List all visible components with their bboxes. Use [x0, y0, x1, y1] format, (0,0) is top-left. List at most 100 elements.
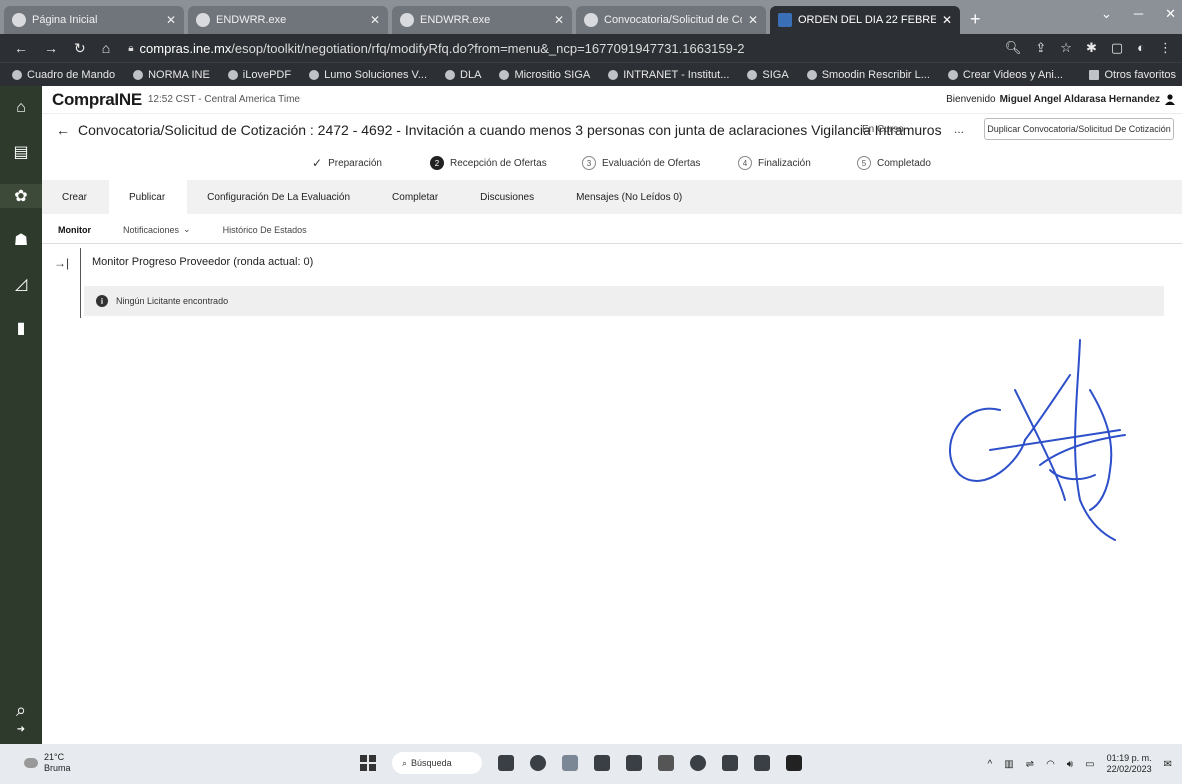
taskbar-apps: ⌕ Búsqueda [360, 752, 802, 774]
task-view-icon[interactable] [498, 755, 514, 771]
duplicate-button[interactable]: Duplicar Convocatoria/Solicitud De Cotiz… [984, 118, 1174, 140]
browser-tab-title: Página Inicial [32, 14, 98, 26]
search-icon[interactable]: ⌕ [0, 700, 42, 721]
app-icon[interactable] [658, 755, 674, 771]
tab-discusiones[interactable]: Discusiones [460, 180, 556, 214]
sidebar-icon[interactable]: ▢ [1111, 40, 1123, 56]
menu-icon[interactable]: ⋮ [1159, 40, 1172, 56]
back-icon[interactable]: ← [14, 40, 28, 57]
chrome-icon[interactable] [690, 755, 706, 771]
bookmark-item[interactable]: Smoodin Rescribir L... [806, 69, 930, 81]
profile-icon[interactable]: ◐ [1137, 40, 1145, 56]
url-field[interactable]: 🔒︎ compras.ine.mx /esop/toolkit/negotiat… [128, 41, 744, 56]
bookmark-item[interactable]: Micrositio SIGA [499, 69, 590, 81]
notification-icon[interactable]: ✉ [1164, 759, 1172, 770]
minimize-icon[interactable]: ─ [1134, 6, 1143, 22]
browser-tab-4[interactable]: Convocatoria/Solicitud de Coti ✕ [576, 6, 766, 34]
zoom-icon[interactable]: 🔍︎ [1005, 40, 1022, 56]
star-icon[interactable]: ☆ [1060, 40, 1072, 56]
network-icon[interactable]: ⇌ [1026, 759, 1034, 770]
bookmark-item[interactable]: INTRANET - Institut... [608, 69, 729, 81]
browser-tab-2[interactable]: ENDWRR.exe ✕ [188, 6, 388, 34]
back-arrow-icon[interactable]: ← [56, 122, 70, 138]
step-finalizacion[interactable]: 4 Finalización [738, 156, 811, 170]
step-evaluacion[interactable]: 3 Evaluación de Ofertas [582, 156, 700, 170]
ine-icon [778, 13, 792, 27]
dashboard-icon[interactable]: ▤ [9, 140, 33, 164]
bookmarks-bar: Cuadro de Mando NORMA INE iLovePDF Lumo … [0, 62, 1182, 86]
step-preparacion[interactable]: ✓ Preparación [312, 156, 382, 170]
wifi-icon[interactable]: ◠ [1046, 759, 1055, 770]
subtab-historico[interactable]: Histórico De Estados [207, 216, 323, 244]
battery-icon[interactable]: ▭ [1085, 759, 1094, 770]
bookmark-item[interactable]: DLA [445, 69, 481, 81]
acrobat-icon[interactable] [786, 755, 802, 771]
bookmark-item[interactable]: SIGA [747, 69, 789, 81]
browser-tab-5[interactable]: ORDEN DEL DIA 22 FEBRERO 2 ✕ [770, 6, 960, 34]
close-icon[interactable]: ✕ [554, 13, 564, 27]
sourcing-icon[interactable]: ✿ [0, 184, 42, 208]
close-icon[interactable]: ✕ [942, 13, 952, 27]
notice-text: Ningún Licitante encontrado [116, 296, 229, 306]
chevron-down-icon[interactable]: ⌄ [1101, 6, 1112, 22]
windows-start-icon[interactable] [360, 755, 376, 771]
share-icon[interactable]: ⇪ [1035, 40, 1046, 56]
more-actions-button[interactable]: ... [954, 122, 964, 136]
word-icon[interactable] [754, 755, 770, 771]
new-tab-button[interactable]: + [960, 9, 991, 34]
step-completado[interactable]: 5 Completado [857, 156, 931, 170]
other-bookmarks[interactable]: Otros favoritos [1089, 69, 1176, 81]
window-controls: ⌄ ─ ✕ [1101, 6, 1176, 22]
subtab-notificaciones[interactable]: Notificaciones ⌄ [107, 216, 207, 244]
tab-completar[interactable]: Completar [372, 180, 460, 214]
bookmark-item[interactable]: Crear Videos y Ani... [947, 69, 1063, 81]
bookmark-item[interactable]: iLovePDF [227, 69, 291, 81]
check-icon: ✓ [312, 156, 323, 170]
bookmark-item[interactable]: Cuadro de Mando [12, 69, 115, 81]
tab-crear[interactable]: Crear [42, 180, 109, 214]
chevron-up-icon[interactable]: ^ [988, 759, 993, 770]
close-icon[interactable]: ✕ [748, 13, 758, 27]
expand-rail-icon[interactable]: ➜ [0, 724, 42, 735]
subtab-monitor[interactable]: Monitor [42, 216, 107, 244]
bookmark-item[interactable]: NORMA INE [133, 69, 210, 81]
suppliers-icon[interactable]: ☗ [9, 228, 33, 252]
tab-mensajes[interactable]: Mensajes (No Leídos 0) [556, 180, 704, 214]
close-window-icon[interactable]: ✕ [1165, 6, 1176, 22]
teams-icon[interactable] [594, 755, 610, 771]
browser-tab-1[interactable]: Página Inicial ✕ [4, 6, 184, 34]
close-icon[interactable]: ✕ [370, 13, 380, 27]
server-time: 12:52 CST - Central America Time [147, 94, 300, 105]
tab-publicar[interactable]: Publicar [109, 180, 188, 214]
tab-configuracion[interactable]: Configuración De La Evaluación [187, 180, 372, 214]
close-icon[interactable]: ✕ [166, 13, 176, 27]
bookmark-icon [499, 69, 510, 80]
collapse-panel-icon[interactable]: →| [54, 256, 69, 270]
step-recepcion[interactable]: 2 Recepción de Ofertas [430, 156, 547, 170]
teams-icon[interactable] [626, 755, 642, 771]
bookmark-item[interactable]: Lumo Soluciones V... [309, 69, 427, 81]
extensions-icon[interactable]: ✱ [1086, 40, 1097, 56]
volume-icon[interactable]: 🔊︎ [1067, 759, 1073, 770]
folder-icon [1089, 69, 1100, 80]
home-icon[interactable]: ⌂ [102, 40, 110, 57]
analytics-icon[interactable]: ◿ [9, 272, 33, 296]
chat-icon[interactable] [530, 755, 546, 771]
taskbar-search[interactable]: ⌕ Búsqueda [392, 752, 482, 774]
windows-taskbar: 21°C Bruma ⌕ Búsqueda ^ ▥ ⇌ ◠ 🔊︎ ▭ 01:19… [0, 744, 1182, 784]
reload-icon[interactable]: ↻ [74, 40, 86, 57]
welcome-user[interactable]: Bienvenido Miguel Angel Aldarasa Hernand… [946, 93, 1176, 105]
clock[interactable]: 01:19 p. m. 22/02/2023 [1107, 753, 1152, 775]
file-explorer-icon[interactable] [562, 755, 578, 771]
progress-stepper: ✓ Preparación 2 Recepción de Ofertas 3 E… [42, 150, 1182, 176]
browser-tab-3[interactable]: ENDWRR.exe ✕ [392, 6, 572, 34]
forward-icon[interactable]: → [44, 40, 58, 57]
word-icon[interactable] [722, 755, 738, 771]
browser-tab-title: ORDEN DEL DIA 22 FEBRERO 2 [798, 14, 936, 26]
tray-icon[interactable]: ▥ [1004, 759, 1013, 770]
weather-widget[interactable]: 21°C Bruma [24, 752, 71, 774]
lock-icon: 🔒︎ [128, 42, 134, 54]
home-icon[interactable]: ⌂ [9, 96, 33, 120]
bookmark-icon [12, 69, 22, 80]
documents-icon[interactable]: ▮ [9, 316, 33, 340]
